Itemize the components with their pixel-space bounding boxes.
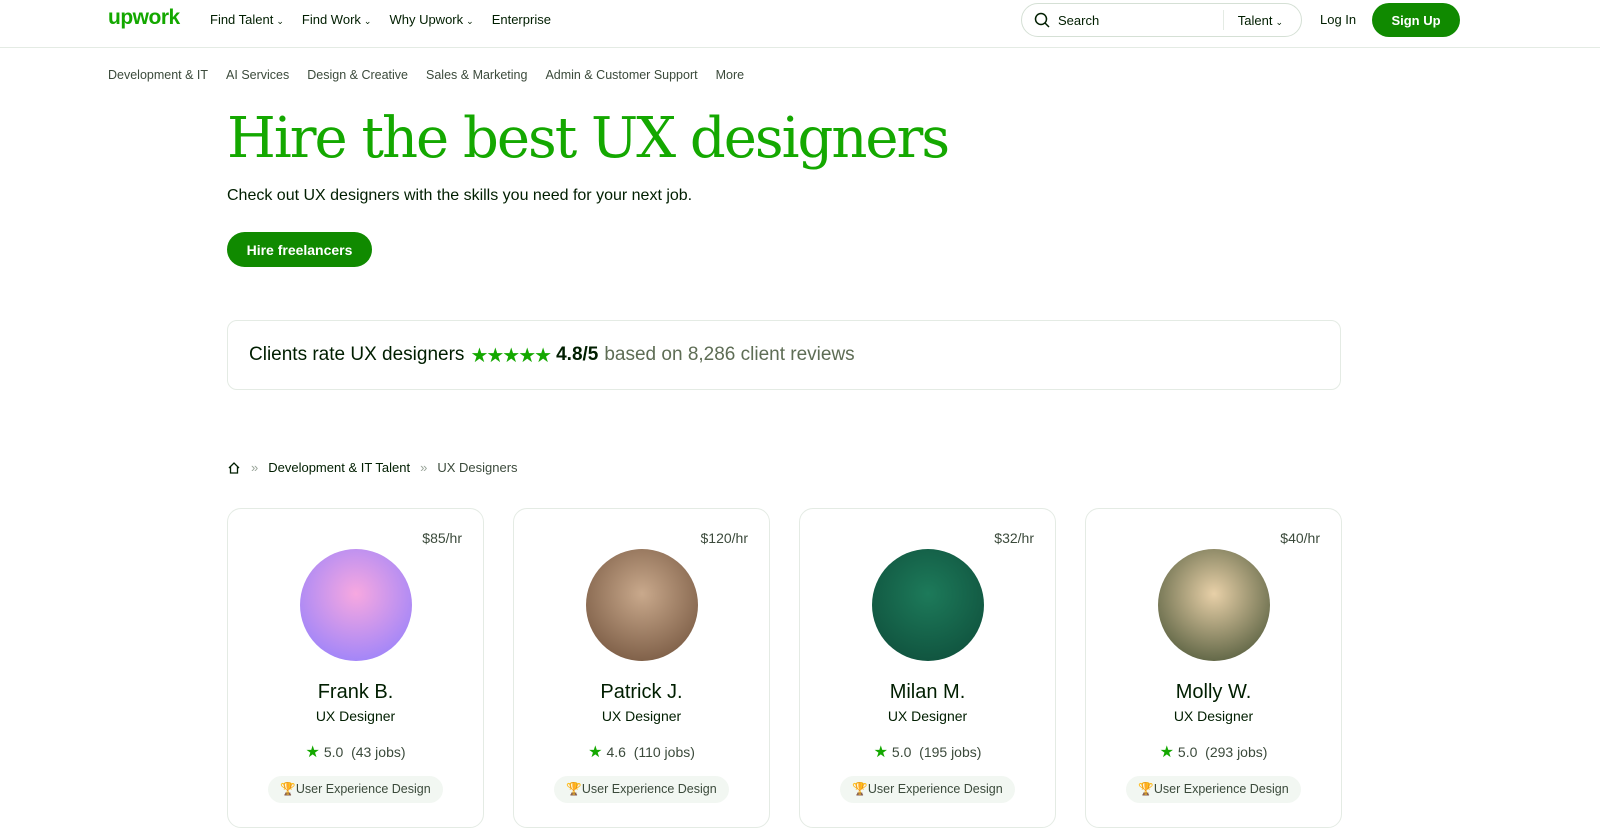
nav-find-talent[interactable]: Find Talent ⌄ — [210, 12, 284, 27]
freelancer-cards: $85/hr Frank B. UX Designer ★ 5.0 (43 job… — [227, 508, 1342, 828]
freelancer-card[interactable]: $32/hr Milan M. UX Designer ★ 5.0 (195 jo… — [799, 508, 1056, 828]
rating-summary: Clients rate UX designers ★★★★★ 4.8/5 ba… — [227, 320, 1341, 390]
category-sales-marketing[interactable]: Sales & Marketing — [426, 68, 527, 82]
category-admin-support[interactable]: Admin & Customer Support — [545, 68, 697, 82]
skill-badge: 🏆User Experience Design — [840, 776, 1015, 803]
home-icon[interactable] — [227, 461, 241, 475]
job-count: (43 jobs) — [351, 744, 406, 760]
search-bar[interactable]: Search Talent ⌄ — [1021, 3, 1302, 37]
avatar — [299, 549, 412, 661]
page-title: Hire the best UX designers — [227, 106, 950, 171]
category-more[interactable]: More — [716, 68, 744, 82]
hourly-rate: $120/hr — [700, 530, 748, 546]
job-count: (293 jobs) — [1205, 744, 1268, 760]
hourly-rate: $40/hr — [1280, 530, 1320, 546]
rating-score: 4.8/5 — [556, 344, 599, 365]
avatar — [585, 549, 698, 661]
main-nav: Find Talent ⌄ Find Work ⌄ Why Upwork ⌄ Ente… — [210, 12, 551, 27]
rating-label: Clients rate UX designers — [249, 344, 465, 365]
signup-button[interactable]: Sign Up — [1372, 3, 1460, 37]
nav-label: Find Work — [301, 12, 361, 27]
freelancer-title: UX Designer — [1173, 708, 1254, 724]
job-count: (110 jobs) — [633, 744, 695, 760]
star-icon: ★ — [305, 744, 320, 761]
chevron-down-icon: ⌄ — [1275, 16, 1283, 27]
page-subtitle: Check out UX designers with the skills y… — [227, 187, 693, 204]
chevron-down-icon: ⌄ — [363, 16, 372, 26]
rating-based-on: based on 8,286 client reviews — [604, 344, 855, 365]
hourly-rate: $32/hr — [994, 530, 1034, 546]
trophy-icon: 🏆 — [852, 782, 868, 796]
freelancer-name[interactable]: Milan M. — [800, 681, 1055, 704]
breadcrumb-dev-it-talent[interactable]: Development & IT Talent — [268, 460, 410, 475]
search-scope-dropdown[interactable]: Talent ⌄ — [1224, 13, 1301, 28]
hourly-rate: $85/hr — [422, 530, 462, 546]
nav-label: Why Upwork — [389, 12, 464, 27]
chevron-down-icon: ⌄ — [466, 16, 474, 26]
freelancer-card[interactable]: $120/hr Patrick J. UX Designer ★ 4.6 (110… — [513, 508, 770, 828]
freelancer-rating: ★ 5.0 (195 jobs) — [800, 742, 1055, 762]
freelancer-card[interactable]: $40/hr Molly W. UX Designer ★ 5.0 (293 jo… — [1085, 508, 1342, 828]
rating-score: 5.0 — [891, 744, 912, 760]
freelancer-rating: ★ 4.6 (110 jobs) — [514, 742, 769, 762]
category-ai-services[interactable]: AI Services — [226, 68, 289, 82]
upwork-logo[interactable]: upwork — [108, 6, 180, 30]
breadcrumb-separator: » — [251, 460, 259, 475]
star-icon: ★ — [1159, 744, 1174, 761]
freelancer-title: UX Designer — [601, 708, 682, 724]
category-nav: Development & IT AI Services Design & Cr… — [108, 68, 744, 82]
category-development-it[interactable]: Development & IT — [108, 68, 208, 82]
nav-label: Find Talent — [210, 12, 274, 27]
rating-score: 5.0 — [1177, 744, 1198, 760]
freelancer-card[interactable]: $85/hr Frank B. UX Designer ★ 5.0 (43 job… — [227, 508, 484, 828]
freelancer-name[interactable]: Frank B. — [228, 681, 483, 704]
top-header: upwork Find Talent ⌄ Find Work ⌄ Why Upwor… — [0, 0, 1600, 48]
search-input[interactable]: Search — [1058, 13, 1223, 28]
freelancer-title: UX Designer — [315, 708, 396, 724]
rating-score: 4.6 — [606, 744, 626, 760]
freelancer-rating: ★ 5.0 (293 jobs) — [1086, 742, 1341, 762]
login-link[interactable]: Log In — [1320, 12, 1356, 27]
skill-badge: 🏆User Experience Design — [1126, 776, 1301, 803]
skill-badge: 🏆User Experience Design — [554, 776, 729, 803]
hire-freelancers-button[interactable]: Hire freelancers — [227, 232, 372, 267]
chevron-down-icon: ⌄ — [276, 16, 284, 26]
skill-label: User Experience Design — [581, 782, 717, 796]
skill-badge: 🏆User Experience Design — [268, 776, 443, 803]
breadcrumb-separator: » — [420, 460, 428, 475]
freelancer-name[interactable]: Molly W. — [1086, 681, 1341, 704]
search-icon — [1034, 12, 1050, 28]
breadcrumb-ux-designers: UX Designers — [437, 460, 518, 475]
star-icon: ★ — [588, 744, 603, 761]
freelancer-rating: ★ 5.0 (43 jobs) — [228, 742, 483, 762]
skill-label: User Experience Design — [295, 782, 431, 796]
star-icons: ★★★★★ — [470, 344, 552, 367]
scope-label: Talent — [1237, 12, 1273, 28]
trophy-icon: 🏆 — [1138, 782, 1154, 796]
freelancer-name[interactable]: Patrick J. — [514, 681, 769, 704]
avatar — [871, 549, 984, 661]
star-icon: ★ — [873, 744, 888, 761]
category-design-creative[interactable]: Design & Creative — [307, 68, 408, 82]
skill-label: User Experience Design — [1153, 782, 1289, 796]
skill-label: User Experience Design — [867, 782, 1003, 796]
nav-find-work[interactable]: Find Work ⌄ — [302, 12, 372, 27]
trophy-icon: 🏆 — [280, 782, 296, 796]
rating-score: 5.0 — [323, 744, 344, 760]
nav-why-upwork[interactable]: Why Upwork ⌄ — [389, 12, 473, 27]
job-count: (195 jobs) — [919, 744, 982, 760]
breadcrumb: » Development & IT Talent » UX Designers — [227, 460, 518, 475]
avatar — [1157, 549, 1270, 661]
trophy-icon: 🏆 — [566, 782, 582, 796]
freelancer-title: UX Designer — [887, 708, 968, 724]
nav-enterprise[interactable]: Enterprise — [492, 12, 551, 27]
